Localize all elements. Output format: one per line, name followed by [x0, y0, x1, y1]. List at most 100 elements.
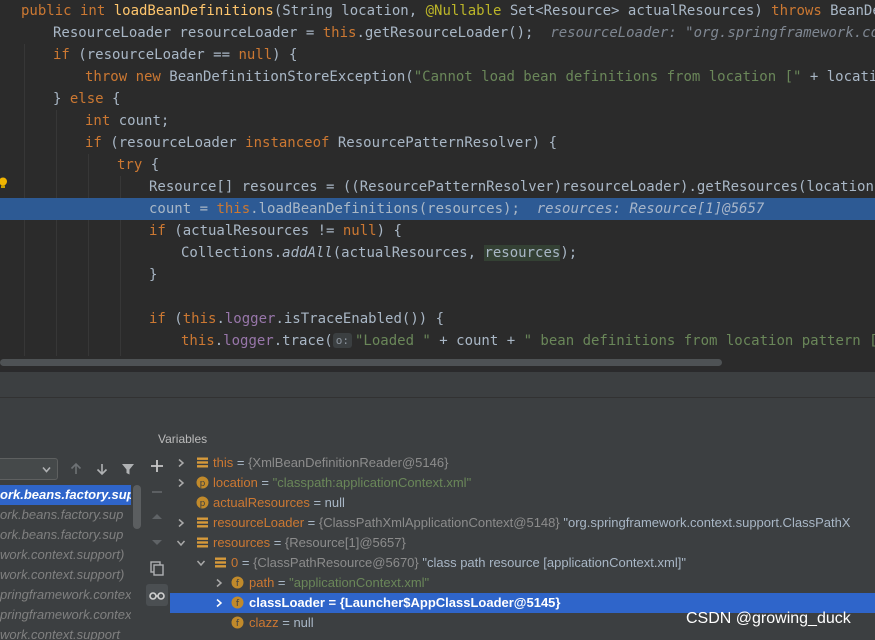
code-line[interactable]: ResourceLoader resourceLoader = this.get…: [0, 22, 875, 44]
code-line[interactable]: throw new BeanDefinitionStoreException("…: [0, 66, 875, 88]
code-line[interactable]: this.logger.trace(o: "Loaded " + count + …: [0, 330, 875, 352]
code-text: (: [165, 311, 183, 327]
code-text: Resource[] resources = ((ResourcePattern…: [149, 179, 875, 195]
move-up-icon[interactable]: [148, 508, 166, 526]
arrow-down-icon[interactable]: [94, 461, 110, 477]
debug-tool-window-header: [0, 372, 875, 398]
variable-name: this: [213, 455, 234, 470]
current-execution-line[interactable]: count = this.loadBeanDefinitions(resourc…: [0, 198, 875, 220]
variable-name: path: [249, 575, 275, 590]
collapse-arrow-icon[interactable]: [176, 538, 186, 548]
array-element-icon: [215, 557, 226, 568]
move-down-icon[interactable]: [148, 533, 166, 551]
code-text: count =: [149, 201, 217, 217]
code-line[interactable]: int count;: [0, 110, 875, 132]
keyword: this: [216, 201, 251, 217]
code-line[interactable]: if (this.logger.isTraceEnabled()) {: [0, 308, 875, 330]
code-text: BeanDefinitionStoreException(: [160, 69, 414, 85]
code-text: .isTraceEnabled()) {: [275, 311, 445, 327]
code-text: (String location,: [273, 3, 426, 19]
keyword: instanceof: [245, 135, 330, 151]
keyword: public int: [21, 3, 114, 19]
code-text: ResourceLoader resourceLoader =: [53, 25, 323, 41]
variable-type: {XmlBeanDefinitionReader@5146}: [248, 455, 449, 470]
variable-row-actualresources[interactable]: p actualResources = null: [170, 493, 875, 513]
code-text: ResourcePatternResolver) {: [329, 135, 558, 151]
expand-arrow-icon[interactable]: [214, 578, 224, 588]
equals-sign: =: [278, 615, 294, 630]
stack-frame-item[interactable]: ork.beans.factory.sup: [0, 525, 131, 545]
variable-row-path[interactable]: f path = "applicationContext.xml": [170, 573, 875, 593]
code-text: );: [560, 245, 578, 261]
stack-frame-item[interactable]: pringframework.contex: [0, 585, 131, 605]
variable-row-element-0[interactable]: 0 = {ClassPathResource@5670} "class path…: [170, 553, 875, 573]
code-line[interactable]: if (resourceLoader == null) {: [0, 44, 875, 66]
keyword: int: [85, 113, 111, 129]
code-text: .trace(: [273, 333, 333, 349]
code-editor[interactable]: public int loadBeanDefinitions(String lo…: [0, 0, 875, 356]
keyword: if: [149, 223, 166, 239]
filter-icon[interactable]: [120, 461, 136, 477]
keyword: throw new: [85, 69, 161, 85]
variable-type: {ClassPathResource@5670}: [253, 555, 419, 570]
variable-name: classLoader: [249, 595, 325, 610]
variable-value: "org.springframework.context.support.Cla…: [559, 515, 851, 530]
plus-icon[interactable]: [148, 457, 166, 475]
equals-sign: =: [304, 515, 319, 530]
stack-frame-item[interactable]: work.context.support: [0, 625, 131, 640]
variables-title: Variables: [158, 432, 208, 446]
field-icon: f: [231, 596, 244, 609]
copy-icon[interactable]: [148, 559, 166, 577]
collapse-arrow-icon[interactable]: [196, 558, 206, 568]
stack-frame-item[interactable]: pringframework.contex: [0, 605, 131, 625]
equals-sign: =: [309, 495, 325, 510]
stack-frame-item[interactable]: work.context.support): [0, 565, 131, 585]
code-line[interactable]: }: [0, 264, 875, 286]
stack-frame-item[interactable]: ork.beans.factory.sup: [0, 505, 131, 525]
variable-row-resources[interactable]: resources = {Resource[1]@5657}: [170, 533, 875, 553]
code-line[interactable]: Resource[] resources = ((ResourcePattern…: [0, 176, 875, 198]
expand-arrow-icon[interactable]: [176, 478, 186, 488]
string-literal: "Loaded ": [355, 333, 431, 349]
variable-row-resourceloader[interactable]: resourceLoader = {ClassPathXmlApplicatio…: [170, 513, 875, 533]
expand-arrow-icon[interactable]: [214, 598, 224, 608]
equals-sign: =: [233, 455, 249, 470]
keyword: null: [342, 223, 377, 239]
field-icon: f: [231, 576, 244, 589]
code-line[interactable]: try {: [0, 154, 875, 176]
keyword: if: [53, 47, 70, 63]
expand-arrow-icon[interactable]: [176, 518, 186, 528]
minus-icon[interactable]: [148, 483, 166, 501]
arrow-up-icon[interactable]: [68, 461, 84, 477]
glasses-icon[interactable]: [148, 586, 166, 604]
code-text: BeanDefinit: [830, 3, 875, 19]
keyword: if: [85, 135, 102, 151]
equals-sign: =: [274, 575, 290, 590]
code-line[interactable]: if (actualResources != null) {: [0, 220, 875, 242]
code-line-method-signature[interactable]: public int loadBeanDefinitions(String lo…: [0, 0, 875, 22]
expand-arrow-icon[interactable]: [176, 458, 186, 468]
variable-row-this[interactable]: this = {XmlBeanDefinitionReader@5146}: [170, 453, 875, 473]
code-text: .getResourceLoader();: [356, 25, 534, 41]
variable-row-location[interactable]: p location = "classpath:applicationConte…: [170, 473, 875, 493]
variable-value: "applicationContext.xml": [289, 575, 430, 590]
frames-scrollbar[interactable]: [133, 485, 141, 529]
object-field-icon: [197, 537, 208, 548]
annotation: @Nullable: [425, 3, 502, 19]
thread-selector[interactable]: [0, 458, 58, 480]
code-line[interactable]: } else {: [0, 88, 875, 110]
equals-sign: =: [257, 475, 273, 490]
inline-debug-value: resources: Resource[1]@5657: [536, 201, 765, 217]
code-line[interactable]: Collections.addAll(actualResources, reso…: [0, 242, 875, 264]
code-text: Collections.: [181, 245, 283, 261]
code-line[interactable]: if (resourceLoader instanceof ResourcePa…: [0, 132, 875, 154]
lightbulb-icon[interactable]: [0, 177, 8, 189]
object-field-icon: [197, 457, 208, 468]
horizontal-scrollbar-thumb[interactable]: [0, 359, 722, 366]
code-text: (resourceLoader: [101, 135, 246, 151]
parameter-icon: p: [196, 496, 209, 509]
stack-frame-item[interactable]: ork.beans.factory.sup: [0, 485, 131, 505]
stack-frame-item[interactable]: work.context.support): [0, 545, 131, 565]
code-text: }: [53, 91, 70, 107]
keyword: this: [182, 311, 217, 327]
